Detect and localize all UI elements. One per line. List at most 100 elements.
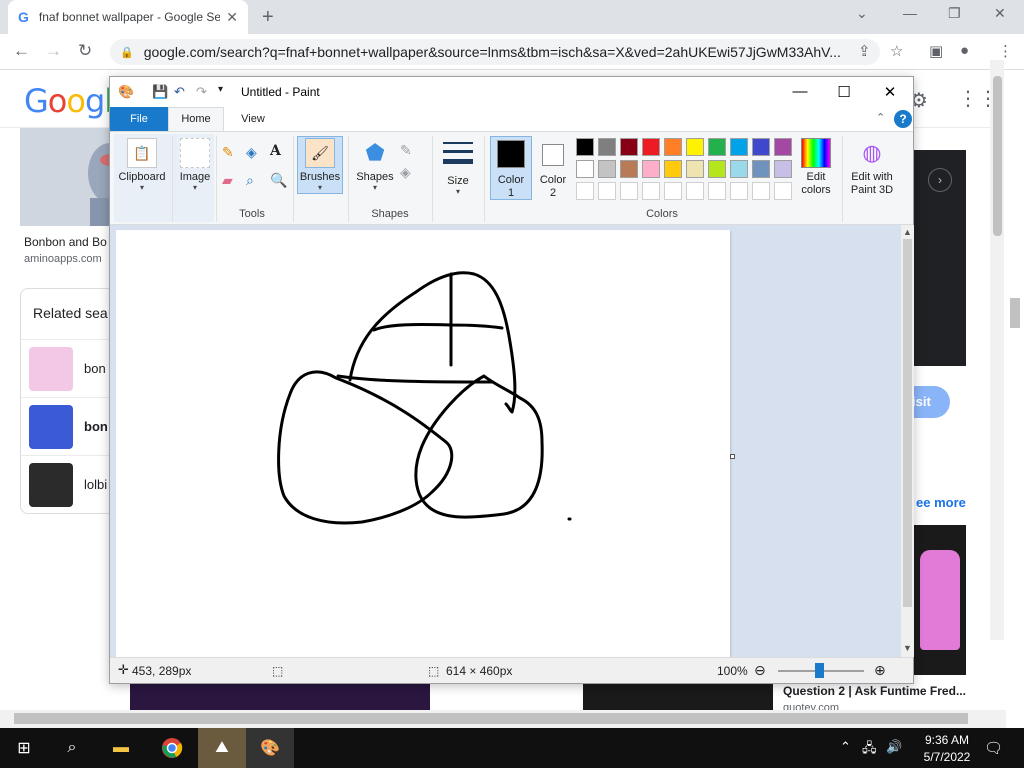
chrome-menu-icon[interactable]: ⋮: [998, 42, 1013, 60]
palette-swatch[interactable]: [620, 160, 638, 178]
shapes-button[interactable]: ⬟ Shapes ▾: [354, 138, 396, 192]
question-result-title[interactable]: Question 2 | Ask Funtime Fred...: [783, 684, 966, 698]
tab-view[interactable]: View: [228, 107, 278, 131]
page-scroll-thumb[interactable]: [993, 76, 1002, 236]
canvas-resize-handle[interactable]: [730, 454, 735, 459]
palette-empty-slot[interactable]: [752, 182, 770, 200]
related-search-item[interactable]: lolbi: [21, 455, 121, 513]
chrome-taskbar-icon[interactable]: [148, 728, 196, 768]
palette-empty-slot[interactable]: [664, 182, 682, 200]
palette-swatch[interactable]: [664, 138, 682, 156]
clipboard-button[interactable]: 📋 Clipboard ▾: [116, 138, 168, 192]
help-icon[interactable]: ?: [894, 110, 912, 128]
related-search-item[interactable]: bon: [21, 397, 121, 455]
palette-empty-slot[interactable]: [642, 182, 660, 200]
forward-icon[interactable]: →: [45, 41, 62, 61]
fill-bucket-icon[interactable]: ◈: [246, 144, 257, 161]
restore-browser-button[interactable]: ❐: [948, 5, 961, 22]
windows-start-icon[interactable]: ⊞: [0, 728, 48, 768]
bookmark-star-icon[interactable]: ☆: [890, 42, 903, 60]
network-icon[interactable]: 🖧: [862, 739, 877, 761]
palette-empty-slot[interactable]: [708, 182, 726, 200]
canvas-workspace[interactable]: [110, 225, 901, 657]
palette-swatch[interactable]: [642, 138, 660, 156]
palette-swatch[interactable]: [598, 138, 616, 156]
image-button[interactable]: Image ▾: [176, 138, 214, 192]
minimize-browser-button[interactable]: —: [903, 5, 917, 21]
palette-swatch[interactable]: [730, 138, 748, 156]
clock-time[interactable]: 9:36 AM: [917, 733, 977, 747]
file-explorer-icon[interactable]: ▬: [97, 728, 145, 768]
outer-scroll-thumb[interactable]: [1010, 298, 1020, 328]
palette-swatch[interactable]: [730, 160, 748, 178]
new-tab-button[interactable]: +: [262, 6, 274, 29]
save-icon[interactable]: 💾: [152, 84, 168, 100]
collapse-ribbon-icon[interactable]: ⌃: [876, 111, 885, 124]
palette-swatch[interactable]: [642, 160, 660, 178]
palette-empty-slot[interactable]: [774, 182, 792, 200]
magnifier-icon[interactable]: 🔍: [270, 172, 287, 189]
palette-swatch[interactable]: [620, 138, 638, 156]
paint-titlebar[interactable]: 🎨 💾 ↶ ↷ ▾ Untitled - Paint — ☐ ✕: [110, 77, 913, 107]
side-panel-icon[interactable]: ▣: [929, 42, 943, 60]
brushes-button[interactable]: 🖌 Brushes ▾: [298, 138, 342, 192]
palette-empty-slot[interactable]: [686, 182, 704, 200]
canvas-scroll-thumb[interactable]: [903, 239, 912, 607]
clock-date[interactable]: 5/7/2022: [917, 750, 977, 764]
result-image[interactable]: [583, 683, 773, 710]
pencil-icon[interactable]: ✎: [222, 144, 234, 161]
zoom-slider-thumb[interactable]: [815, 663, 824, 678]
palette-swatch[interactable]: [576, 160, 594, 178]
palette-swatch[interactable]: [664, 160, 682, 178]
profile-avatar-icon[interactable]: ●: [960, 42, 969, 59]
page-horizontal-thumb[interactable]: [14, 713, 968, 724]
text-tool-icon[interactable]: A: [270, 143, 281, 159]
paint-close-button[interactable]: ✕: [880, 83, 900, 101]
palette-swatch[interactable]: [598, 160, 616, 178]
result-image[interactable]: [130, 683, 430, 710]
palette-empty-slot[interactable]: [620, 182, 638, 200]
scroll-up-icon[interactable]: ▲: [903, 227, 912, 237]
paint-taskbar-icon[interactable]: 🎨: [246, 728, 294, 768]
palette-swatch[interactable]: [774, 138, 792, 156]
palette-swatch[interactable]: [774, 160, 792, 178]
palette-swatch[interactable]: [708, 138, 726, 156]
back-icon[interactable]: ←: [13, 41, 30, 61]
palette-swatch[interactable]: [752, 138, 770, 156]
address-bar[interactable]: 🔒 google.com/search?q=fnaf+bonnet+wallpa…: [110, 39, 880, 65]
search-icon[interactable]: ⌕: [48, 728, 96, 768]
reload-icon[interactable]: ↻: [78, 41, 92, 61]
palette-swatch[interactable]: [686, 160, 704, 178]
palette-empty-slot[interactable]: [598, 182, 616, 200]
tab-search-icon[interactable]: ⌄: [856, 5, 868, 22]
undo-icon[interactable]: ↶: [174, 84, 185, 100]
result-title[interactable]: Bonbon and Bo: [24, 235, 107, 249]
palette-swatch[interactable]: [576, 138, 594, 156]
color-picker-icon[interactable]: ⌕: [246, 172, 254, 189]
eraser-icon[interactable]: ▰: [222, 172, 233, 189]
palette-empty-slot[interactable]: [730, 182, 748, 200]
customize-quick-access-icon[interactable]: ▾: [218, 84, 223, 95]
close-tab-icon[interactable]: ✕: [226, 9, 238, 26]
paint-app-icon[interactable]: 🎨: [118, 84, 134, 100]
drawing-canvas[interactable]: [116, 230, 730, 657]
related-search-item[interactable]: bon: [21, 339, 121, 397]
notifications-icon[interactable]: 🗨: [984, 739, 1003, 757]
palette-swatch[interactable]: [686, 138, 704, 156]
palette-swatch[interactable]: [708, 160, 726, 178]
volume-icon[interactable]: 🔊: [886, 739, 902, 755]
tray-chevron-icon[interactable]: ⌃: [840, 739, 851, 755]
photos-taskbar-icon[interactable]: ⛰: [198, 728, 246, 768]
palette-swatch[interactable]: [752, 160, 770, 178]
color2-swatch[interactable]: [542, 144, 564, 166]
edit-with-paint3d-button[interactable]: ◍ Edit with Paint 3D: [844, 138, 900, 197]
edit-colors-button[interactable]: Edit colors: [794, 138, 838, 197]
share-icon[interactable]: ⇪: [858, 42, 871, 60]
scroll-down-icon[interactable]: ▼: [903, 643, 912, 653]
outline-icon[interactable]: ✎: [400, 142, 412, 159]
shape-fill-icon[interactable]: ◈: [400, 164, 411, 181]
zoom-out-icon[interactable]: ⊖: [754, 662, 766, 679]
paint-minimize-button[interactable]: —: [790, 83, 810, 100]
tab-file[interactable]: File: [110, 107, 168, 131]
zoom-in-icon[interactable]: ⊕: [874, 662, 886, 679]
